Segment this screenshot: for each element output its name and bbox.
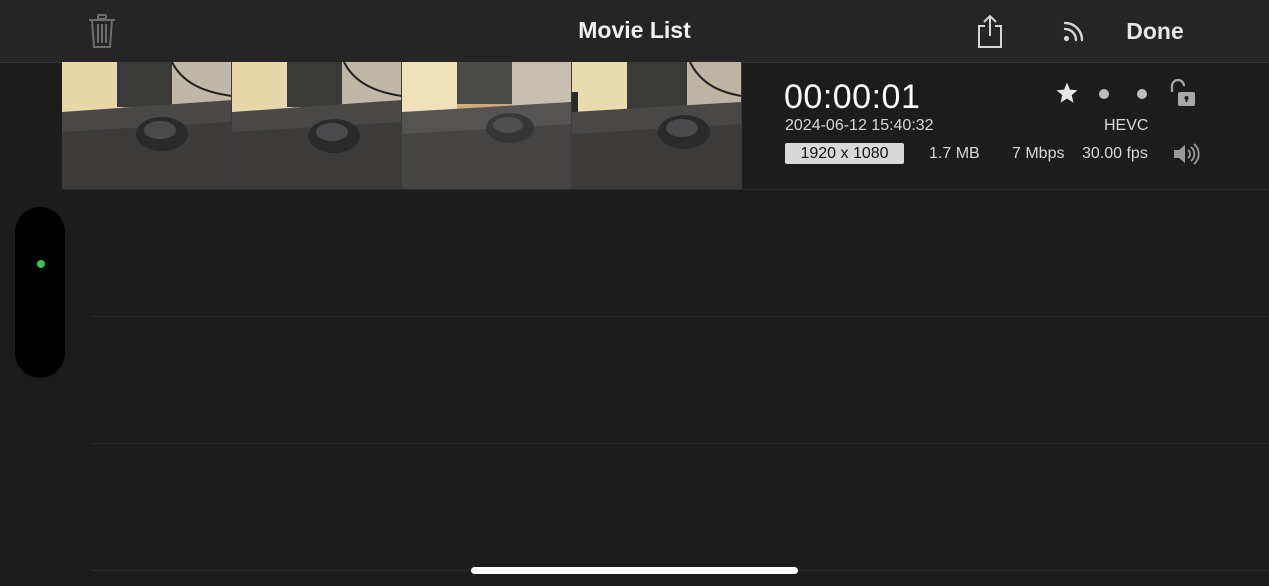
delete-button[interactable]: [82, 10, 122, 52]
navigation-bar: Movie List Done: [0, 0, 1269, 63]
video-thumbnail: [62, 62, 232, 189]
stream-button[interactable]: [1056, 14, 1092, 48]
movie-list-item[interactable]: 00:00:01 2024-06-12 15:40:32 HEVC 1920 x…: [62, 62, 1269, 190]
share-icon: [978, 14, 1002, 48]
movie-duration: 00:00:01: [784, 78, 921, 116]
file-size: 1.7 MB: [929, 145, 980, 162]
video-thumbnail: [402, 62, 572, 189]
resolution-badge: 1920 x 1080: [785, 143, 904, 164]
share-button[interactable]: [970, 10, 1010, 52]
trash-icon: [89, 14, 115, 48]
dynamic-island: [15, 207, 65, 378]
thumbnail-strip: [62, 62, 742, 189]
dot-icon[interactable]: [1098, 88, 1110, 100]
movie-codec: HEVC: [1104, 117, 1149, 134]
video-thumbnail: [232, 62, 402, 189]
home-indicator[interactable]: [471, 567, 798, 574]
bitrate: 7 Mbps: [1012, 145, 1065, 162]
list-separator: [91, 316, 1269, 317]
unlocked-lock-icon[interactable]: [1168, 78, 1198, 108]
movie-list-screen: Movie List Done 00:00:01 2024-06-12 15:4…: [0, 0, 1269, 586]
speaker-icon: [1172, 142, 1200, 166]
airplay-icon: [1063, 21, 1084, 42]
star-icon[interactable]: [1054, 80, 1080, 106]
camera-active-indicator: [37, 260, 45, 268]
done-button[interactable]: Done: [1118, 14, 1192, 48]
video-thumbnail: [572, 62, 742, 189]
frame-rate: 30.00 fps: [1082, 145, 1148, 162]
list-separator: [91, 443, 1269, 444]
dot-icon[interactable]: [1136, 88, 1148, 100]
movie-datetime: 2024-06-12 15:40:32: [785, 117, 934, 134]
movie-info: 00:00:01 2024-06-12 15:40:32 HEVC 1920 x…: [784, 62, 1204, 189]
